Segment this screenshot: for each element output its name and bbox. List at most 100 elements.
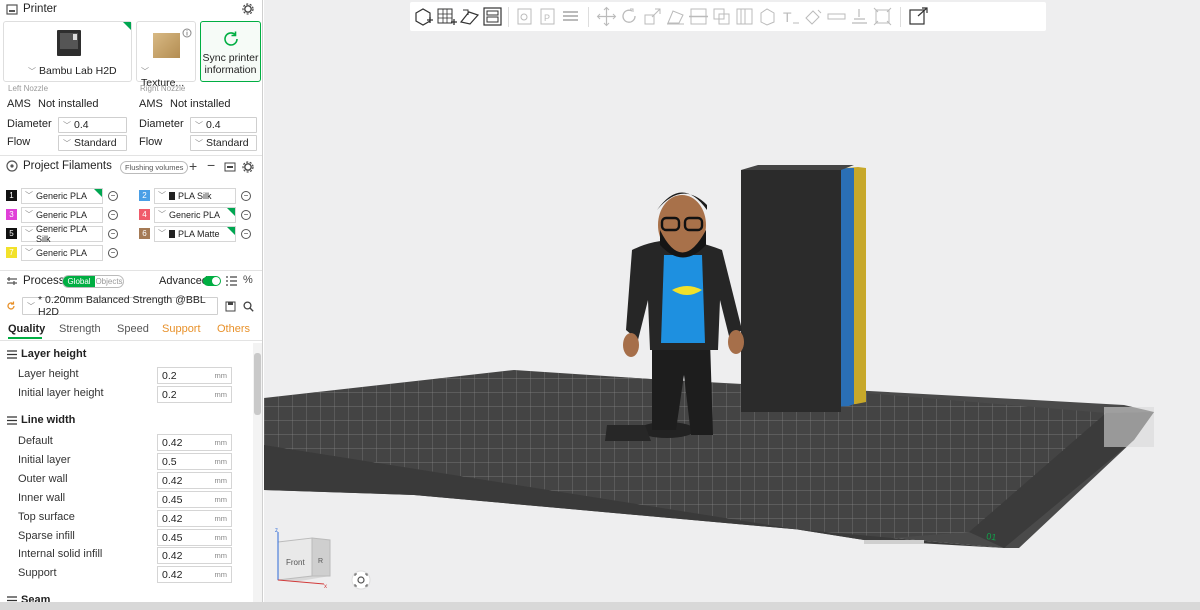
lay-on-face-icon[interactable]	[664, 5, 687, 28]
tab-strength[interactable]: Strength	[59, 323, 101, 335]
arrange-icon[interactable]	[481, 5, 504, 28]
layers-icon[interactable]	[559, 5, 582, 28]
remove-filament-icon[interactable]: −	[241, 190, 251, 201]
tab-others[interactable]: Others	[217, 323, 250, 335]
filament-select[interactable]: ﹀ Generic PLA	[154, 206, 236, 223]
remove-filament-icon[interactable]: −	[241, 209, 251, 220]
sync-filament-icon[interactable]	[224, 161, 236, 173]
filament-color-swatch[interactable]: 6	[139, 228, 150, 239]
prime-tower[interactable]	[741, 165, 866, 412]
list-icon[interactable]	[226, 276, 237, 286]
param-input[interactable]: 0.42 mm	[157, 434, 232, 451]
remove-filament-icon[interactable]: −	[108, 247, 118, 258]
param-input[interactable]: 0.45 mm	[157, 491, 232, 508]
param-input[interactable]: 0.45 mm	[157, 529, 232, 546]
filament-select[interactable]: ﹀ Generic PLA	[21, 244, 103, 261]
text-tool-icon[interactable]: T	[779, 5, 802, 28]
right-diameter-select[interactable]: ﹀ 0.4	[190, 117, 257, 133]
filament-color-swatch[interactable]: 4	[139, 209, 150, 220]
filaments-section-title: Project Filaments	[23, 160, 112, 172]
seam-paint-icon[interactable]	[756, 5, 779, 28]
param-input[interactable]: 0.42 mm	[157, 472, 232, 489]
percent-icon[interactable]: %	[243, 274, 253, 286]
axis-x-label: x	[324, 584, 327, 590]
3d-viewport[interactable]: 01 Front R z x P T	[264, 0, 1200, 602]
printer-corner-flag	[123, 22, 131, 30]
filament-row[interactable]: 5 ﹀ Generic PLA Silk −	[6, 224, 118, 244]
filament-color-swatch[interactable]: 5	[6, 228, 17, 239]
scene-canvas[interactable]: 01 Front R z x	[264, 0, 1200, 602]
param-input[interactable]: 0.42 mm	[157, 566, 232, 583]
left-diameter-select[interactable]: ﹀ 0.4	[58, 117, 127, 133]
sync-printer-button[interactable]: Sync printer information	[200, 21, 261, 82]
measure-icon[interactable]	[825, 5, 848, 28]
right-flow-select[interactable]: ﹀ Standard	[190, 135, 257, 151]
filament-row[interactable]: 6 ﹀ PLA Matte −	[139, 225, 251, 242]
remove-filament-icon[interactable]: −	[108, 190, 118, 201]
filament-row[interactable]: 7 ﹀ Generic PLA −	[6, 244, 118, 261]
filament-color-swatch[interactable]: 3	[6, 209, 17, 220]
info-icon[interactable]	[182, 28, 192, 38]
color-paint-icon[interactable]	[802, 5, 825, 28]
filament-row[interactable]: 4 ﹀ Generic PLA −	[139, 206, 251, 223]
add-object-icon[interactable]	[412, 5, 435, 28]
remove-filament-icon[interactable]: −	[108, 209, 118, 220]
param-input[interactable]: 0.42 mm	[157, 547, 232, 564]
filament-row[interactable]: 1 ﹀ Generic PLA −	[6, 187, 118, 204]
scrollbar-thumb[interactable]	[254, 353, 261, 415]
assembly-icon[interactable]	[848, 5, 871, 28]
gear-icon[interactable]	[242, 161, 254, 173]
objects-tab[interactable]: Objects	[95, 276, 123, 287]
chevron-down-icon: ﹀	[25, 229, 33, 238]
global-objects-toggle[interactable]: Global Objects	[62, 275, 124, 288]
printer-selector[interactable]: ﹀ Bambu Lab H2D	[3, 21, 132, 82]
split-parts-icon[interactable]: P	[536, 5, 559, 28]
filament-select[interactable]: ﹀ PLA Matte	[154, 225, 236, 242]
filament-select[interactable]: ﹀ PLA Silk	[154, 187, 236, 204]
filament-color-swatch[interactable]: 1	[6, 190, 17, 201]
scale-icon[interactable]	[641, 5, 664, 28]
tab-quality[interactable]: Quality	[8, 323, 45, 335]
remove-filament-icon[interactable]: −	[108, 228, 118, 239]
view-cube[interactable]: Front R z x	[275, 528, 331, 590]
remove-filament-icon[interactable]: −	[207, 157, 215, 173]
svg-text:P: P	[544, 13, 550, 23]
process-preset-select[interactable]: ﹀ * 0.20mm Balanced Strength @BBL H2D	[22, 294, 218, 318]
filament-select[interactable]: ﹀ Generic PLA	[21, 187, 103, 204]
remove-filament-icon[interactable]: −	[241, 228, 251, 239]
param-input[interactable]: 0.5 mm	[157, 453, 232, 470]
param-input[interactable]: 0.2 mm	[157, 367, 232, 384]
global-tab[interactable]: Global	[63, 276, 95, 287]
fit-selection-icon[interactable]	[871, 5, 894, 28]
filament-row[interactable]: 3 ﹀ Generic PLA −	[6, 206, 118, 223]
gear-icon[interactable]	[242, 3, 254, 15]
filament-row[interactable]: 2 ﹀ PLA Silk −	[139, 187, 251, 204]
param-input[interactable]: 0.2 mm	[157, 386, 232, 403]
reset-icon[interactable]	[6, 301, 16, 311]
filament-select[interactable]: ﹀ Generic PLA Silk	[21, 224, 103, 244]
rotate-icon[interactable]	[618, 5, 641, 28]
view-mode-icon[interactable]	[907, 5, 930, 28]
filament-select[interactable]: ﹀ Generic PLA	[21, 206, 103, 223]
filament-color-swatch[interactable]: 2	[139, 190, 150, 201]
tab-speed[interactable]: Speed	[117, 323, 149, 335]
tab-support[interactable]: Support	[162, 323, 201, 335]
cut-icon[interactable]	[687, 5, 710, 28]
param-input[interactable]: 0.42 mm	[157, 510, 232, 527]
split-objects-icon[interactable]	[513, 5, 536, 28]
flushing-volumes-button[interactable]: Flushing volumes	[120, 161, 189, 174]
left-flow-select[interactable]: ﹀ Standard	[58, 135, 127, 151]
filament-color-swatch[interactable]: 7	[6, 247, 17, 258]
plate-selector[interactable]: ﹀Texture...	[136, 21, 196, 89]
add-plate-icon[interactable]	[435, 5, 458, 28]
save-icon[interactable]	[225, 301, 236, 312]
boolean-icon[interactable]	[710, 5, 733, 28]
auto-orient-icon[interactable]	[458, 5, 481, 28]
search-icon[interactable]	[243, 301, 254, 312]
advanced-toggle[interactable]	[203, 276, 221, 286]
scrollbar-track[interactable]	[253, 343, 262, 602]
add-filament-icon[interactable]: +	[189, 158, 197, 174]
move-icon[interactable]	[595, 5, 618, 28]
fit-view-icon[interactable]	[351, 570, 371, 590]
support-paint-icon[interactable]	[733, 5, 756, 28]
